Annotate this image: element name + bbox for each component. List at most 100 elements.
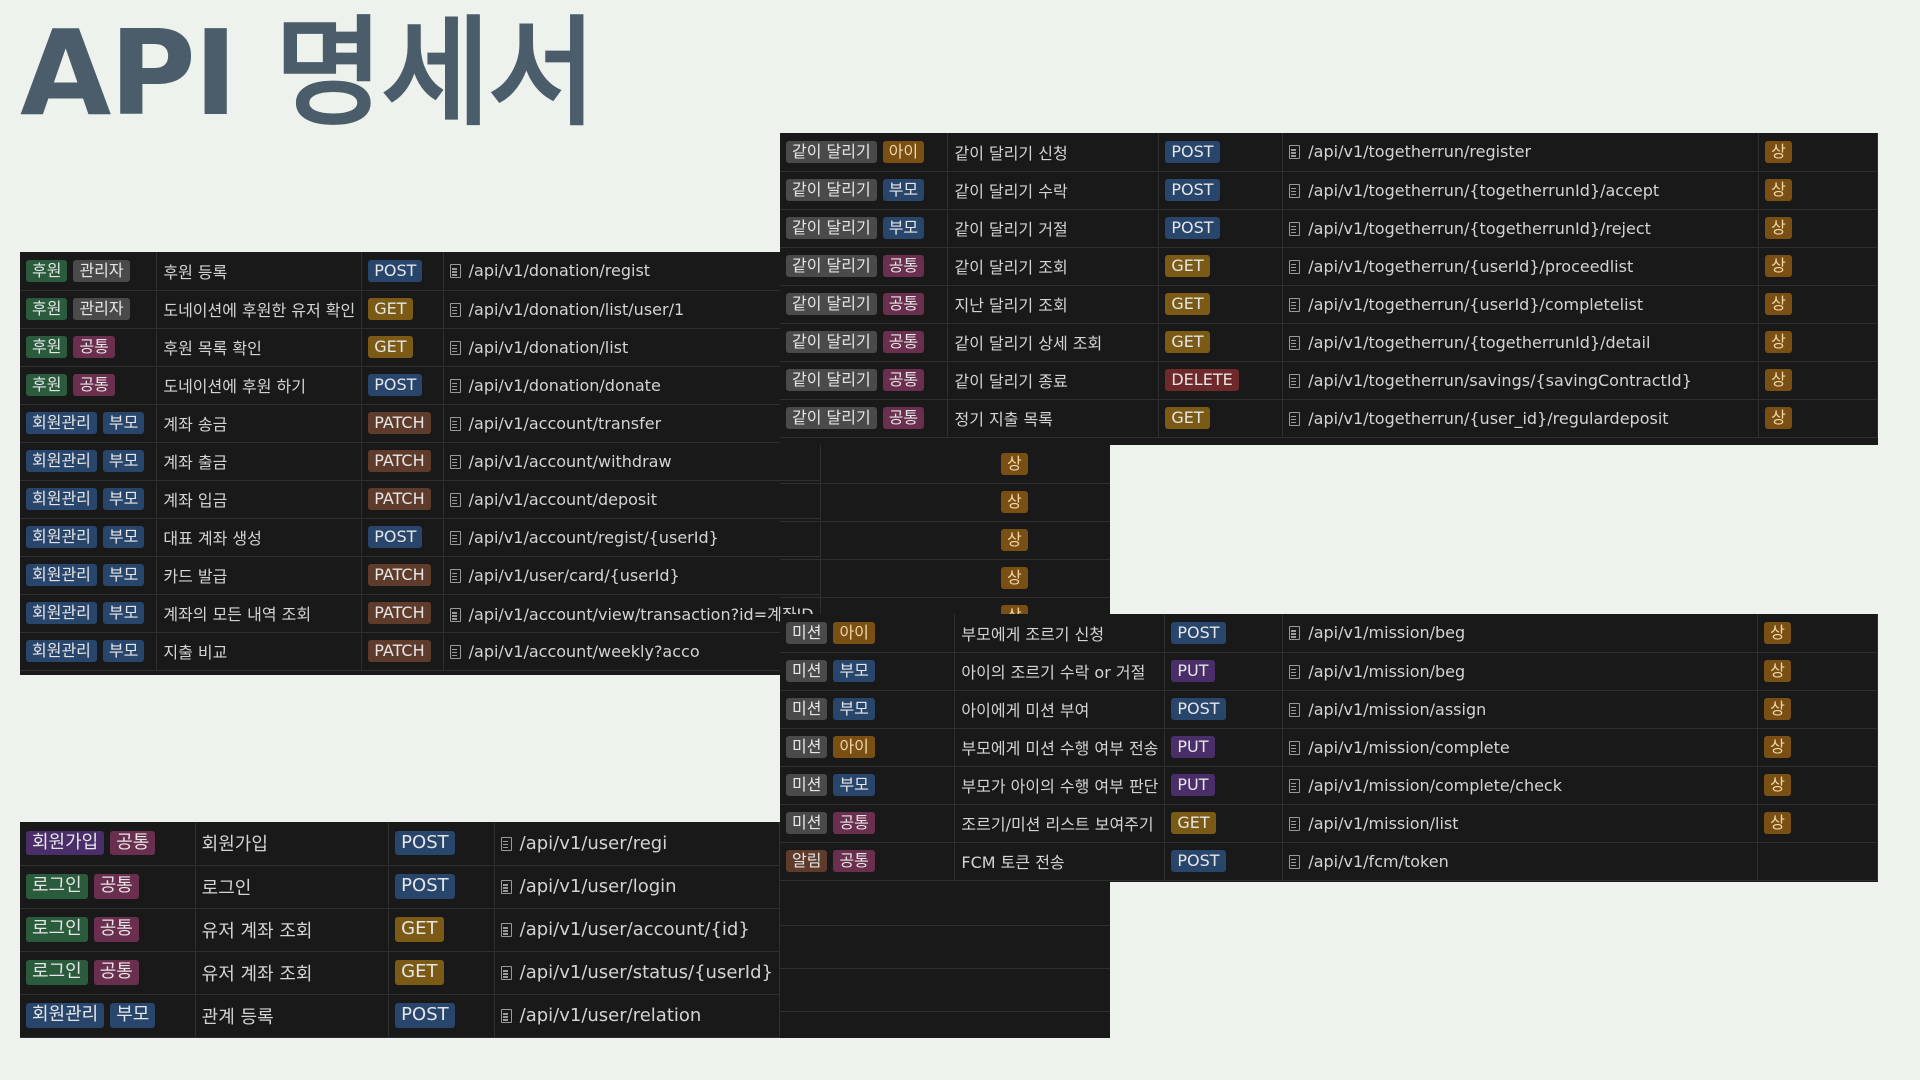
api-url[interactable]: /api/v1/mission/list	[1308, 814, 1458, 833]
table-row[interactable]: 회원관리 부모 계좌 송금 PATCH/api/v1/account/transfer	[20, 404, 821, 443]
api-url[interactable]: /api/v1/mission/complete/check	[1308, 776, 1562, 795]
table-row[interactable]: 회원관리 부모 계좌의 모든 내역 조회 PATCH/api/v1/account/v…	[20, 594, 821, 633]
role-tag: 공통	[93, 917, 139, 942]
api-url[interactable]: /api/v1/account/view/transaction?id=계좌ID	[469, 605, 814, 624]
document-icon	[500, 880, 512, 894]
table-row[interactable]: 로그인 공통 로그인 POST/api/v1/user/login	[20, 865, 781, 909]
table-row[interactable]: 회원관리 부모 지출 비교 PATCH/api/v1/account/weekly?a…	[20, 632, 821, 671]
api-url[interactable]: /api/v1/togetherrun/{userId}/completelis…	[1308, 295, 1643, 314]
table-row[interactable]: 후원 공통 후원 목록 확인 GET/api/v1/donation/list	[20, 328, 821, 367]
api-name: 카드 발급	[156, 556, 363, 595]
api-url[interactable]: /api/v1/fcm/token	[1308, 852, 1448, 871]
table-row[interactable]: 알림 공통 FCM 토큰 전송 POST/api/v1/fcm/token	[780, 842, 1878, 881]
url-cell: /api/v1/donation/donate	[443, 366, 821, 405]
method-cell: PATCH	[361, 442, 444, 481]
api-url[interactable]: /api/v1/mission/complete	[1308, 738, 1509, 757]
api-url[interactable]: /api/v1/donation/list/user/1	[469, 300, 685, 319]
tag-cell: 로그인 공통	[20, 951, 196, 995]
table-row[interactable]: 미션 부모 아이에게 미션 부여 POST/api/v1/mission/assign…	[780, 690, 1878, 729]
table-row[interactable]: 로그인 공통 유저 계좌 조회 GET/api/v1/user/status/{use…	[20, 951, 781, 995]
category-tag: 회원관리	[26, 412, 97, 434]
method-badge: GET	[368, 336, 413, 358]
table-row[interactable]: 후원 관리자 도네이션에 후원한 유저 확인 GET/api/v1/donation/…	[20, 290, 821, 329]
priority-badge: 상	[1765, 369, 1792, 391]
table-row[interactable]: 회원관리 부모 계좌 출금 PATCH/api/v1/account/withdraw	[20, 442, 821, 481]
api-url[interactable]: /api/v1/account/withdraw	[469, 452, 672, 471]
api-url[interactable]: /api/v1/togetherrun/{togetherrunId}/deta…	[1308, 333, 1650, 352]
tag-cell: 회원관리 부모	[20, 480, 158, 519]
api-url[interactable]: /api/v1/mission/beg	[1308, 662, 1465, 681]
api-url[interactable]: /api/v1/togetherrun/{userId}/proceedlist	[1308, 257, 1633, 276]
table-row[interactable]: 같이 달리기 아이 같이 달리기 신청 POST/api/v1/togetherrun…	[780, 133, 1878, 172]
table-row[interactable]: 로그인 공통 유저 계좌 조회 GET/api/v1/user/account/{id…	[20, 908, 781, 952]
table-row[interactable]: 회원관리 부모 계좌 입금 PATCH/api/v1/account/deposit	[20, 480, 821, 519]
table-row[interactable]: 회원가입 공통 회원가입 POST/api/v1/user/regi	[20, 822, 781, 866]
category-tag: 회원관리	[26, 640, 97, 662]
api-name: 로그인	[195, 865, 390, 909]
method-cell: PATCH	[361, 594, 444, 633]
priority-cell: 상	[1758, 209, 1878, 248]
method-cell: PATCH	[361, 404, 444, 443]
category-tag: 회원관리	[26, 602, 97, 624]
priority-badge: 상	[1765, 255, 1792, 277]
priority-badge: 상	[1765, 407, 1792, 429]
priority-badge: 상	[1765, 217, 1792, 239]
table-row[interactable]: 후원 공통 도네이션에 후원 하기 POST/api/v1/donation/dona…	[20, 366, 821, 405]
api-url[interactable]: /api/v1/togetherrun/{togetherrunId}/acce…	[1308, 181, 1659, 200]
api-name: 도네이션에 후원한 유저 확인	[156, 290, 363, 329]
role-tag: 공통	[882, 369, 925, 391]
table-row[interactable]: 후원 관리자 후원 등록 POST/api/v1/donation/regist	[20, 252, 821, 291]
api-url[interactable]: /api/v1/user/relation	[520, 1005, 702, 1026]
api-name: 같이 달리기 거절	[947, 209, 1160, 248]
table-row[interactable]: 미션 부모 부모가 아이의 수행 여부 판단 PUT/api/v1/mission/c…	[780, 766, 1878, 805]
table-row[interactable]: 미션 아이 부모에게 조르기 신청 POST/api/v1/mission/beg 상	[780, 614, 1878, 653]
table-row[interactable]: 미션 공통 조르기/미션 리스트 보여주기 GET/api/v1/mission/li…	[780, 804, 1878, 843]
api-url[interactable]: /api/v1/togetherrun/savings/{savingContr…	[1308, 371, 1692, 390]
tag-cell: 미션 아이	[780, 728, 956, 767]
api-url[interactable]: /api/v1/user/login	[520, 876, 677, 897]
api-url[interactable]: /api/v1/mission/assign	[1308, 700, 1486, 719]
table-row[interactable]: 같이 달리기 부모 같이 달리기 거절 POST/api/v1/togetherrun…	[780, 209, 1878, 248]
table-row[interactable]: 회원관리 부모 대표 계좌 생성 POST/api/v1/account/regist…	[20, 518, 821, 557]
table-row[interactable]: 미션 부모 아이의 조르기 수락 or 거절 PUT/api/v1/mission/b…	[780, 652, 1878, 691]
mission-api-table: 미션 아이 부모에게 조르기 신청 POST/api/v1/mission/beg 상 미…	[780, 614, 1878, 882]
table-row[interactable]: 같이 달리기 공통 정기 지출 목록 GET/api/v1/togetherrun/{…	[780, 399, 1878, 438]
api-url[interactable]: /api/v1/user/card/{userId}	[469, 566, 680, 585]
api-name: 계좌 출금	[156, 442, 363, 481]
role-tag: 부모	[882, 217, 925, 239]
api-url[interactable]: /api/v1/donation/donate	[469, 376, 661, 395]
api-url[interactable]: /api/v1/account/regist/{userId}	[469, 528, 719, 547]
role-tag: 부모	[102, 640, 145, 662]
api-url[interactable]: /api/v1/mission/beg	[1308, 623, 1465, 642]
api-url[interactable]: /api/v1/togetherrun/register	[1308, 142, 1531, 161]
priority-badge: 상	[1765, 179, 1792, 201]
table-row[interactable]: 회원관리 부모 관계 등록 POST/api/v1/user/relation	[20, 994, 781, 1038]
table-row[interactable]: 같이 달리기 공통 같이 달리기 조회 GET/api/v1/togetherrun/…	[780, 247, 1878, 286]
method-badge: POST	[368, 374, 423, 396]
table-row[interactable]: 같이 달리기 공통 같이 달리기 종료 DELETE/api/v1/togetherr…	[780, 361, 1878, 400]
priority-cell: 상	[1757, 690, 1878, 729]
api-url[interactable]: /api/v1/account/deposit	[469, 490, 657, 509]
api-url[interactable]: /api/v1/donation/regist	[469, 261, 650, 280]
api-url[interactable]: /api/v1/donation/list	[469, 338, 629, 357]
api-url[interactable]: /api/v1/togetherrun/{togetherrunId}/reje…	[1308, 219, 1651, 238]
table-row[interactable]: 같이 달리기 부모 같이 달리기 수락 POST/api/v1/togetherrun…	[780, 171, 1878, 210]
table-row[interactable]: 같이 달리기 공통 지난 달리기 조회 GET/api/v1/togetherrun/…	[780, 285, 1878, 324]
api-url[interactable]: /api/v1/togetherrun/{user_id}/regulardep…	[1308, 409, 1668, 428]
method-cell: GET	[361, 290, 444, 329]
api-url[interactable]: /api/v1/user/regi	[520, 833, 668, 854]
api-url[interactable]: /api/v1/account/transfer	[469, 414, 662, 433]
method-cell: POST	[1164, 690, 1284, 729]
role-tag: 부모	[110, 1003, 156, 1028]
api-url[interactable]: /api/v1/user/account/{id}	[520, 919, 750, 940]
api-url[interactable]: /api/v1/user/status/{userId}	[520, 962, 773, 983]
tag-cell: 미션 부모	[780, 652, 956, 691]
role-tag: 부모	[102, 412, 145, 434]
api-name: 같이 달리기 조회	[947, 247, 1160, 286]
table-row[interactable]: 회원관리 부모 카드 발급 PATCH/api/v1/user/card/{userI…	[20, 556, 821, 595]
table-row[interactable]: 미션 아이 부모에게 미션 수행 여부 전송 PUT/api/v1/mission/c…	[780, 728, 1878, 767]
table-row[interactable]: 같이 달리기 공통 같이 달리기 상세 조회 GET/api/v1/togetherr…	[780, 323, 1878, 362]
document-icon	[449, 644, 461, 659]
method-badge: PATCH	[368, 488, 431, 510]
api-url[interactable]: /api/v1/account/weekly?acco	[469, 642, 700, 661]
